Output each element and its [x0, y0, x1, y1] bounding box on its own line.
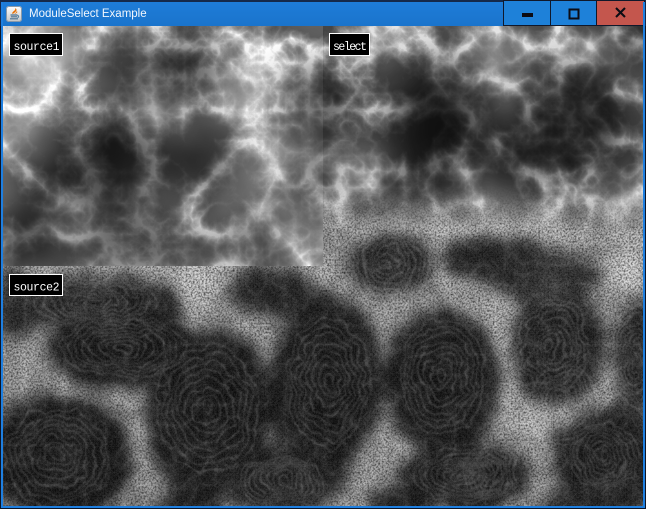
svg-text:select: select	[333, 41, 367, 54]
svg-text:source1: source1	[13, 41, 59, 54]
svg-text:source2: source2	[13, 282, 59, 294]
